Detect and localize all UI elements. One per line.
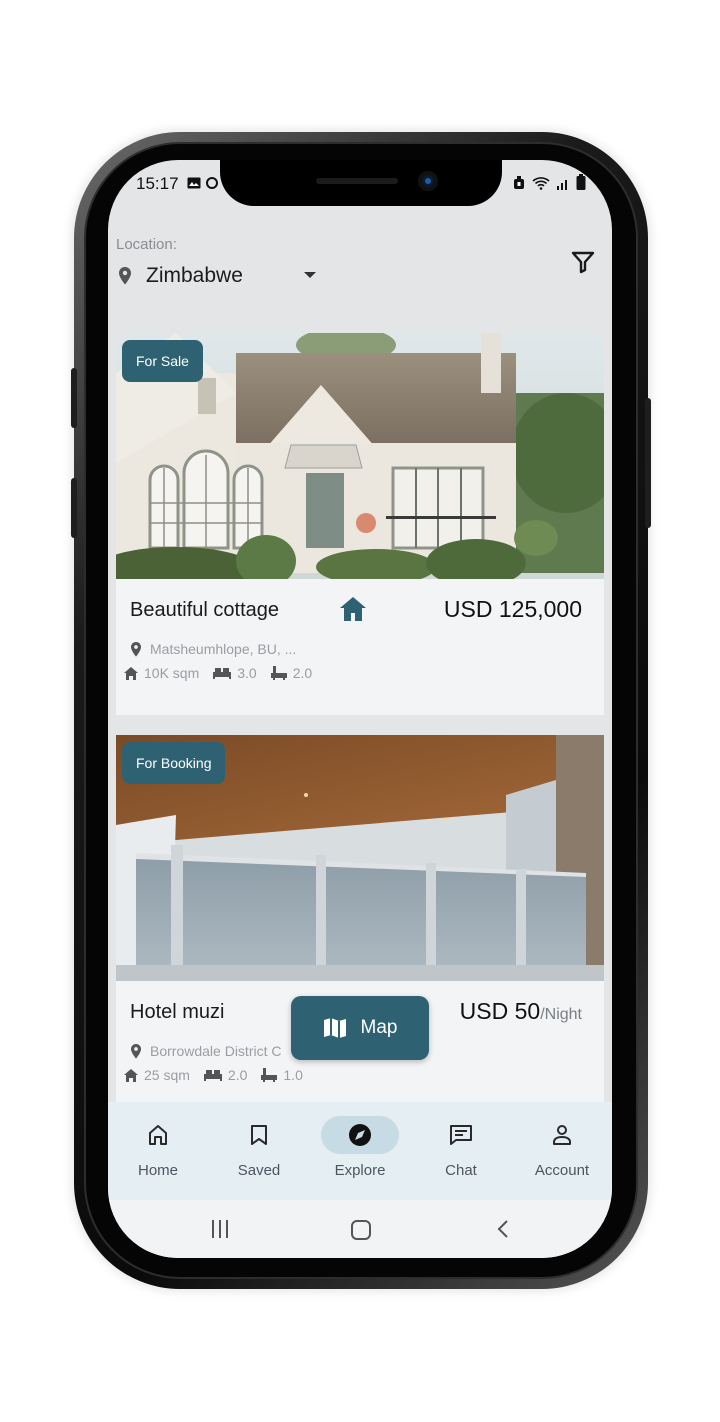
app-screen: 15:17 Location: Zimbabwe For Sale Beauti… <box>108 160 612 1258</box>
listing-status-badge: For Booking <box>122 742 226 784</box>
area-icon <box>124 666 138 680</box>
bathrooms-spec: 1.0 <box>261 1067 303 1083</box>
back-icon[interactable] <box>496 1219 510 1239</box>
area-spec: 25 sqm <box>124 1067 190 1083</box>
bedrooms-spec: 2.0 <box>203 1067 247 1083</box>
listing-card[interactable]: For Sale Beautiful cottage USD 125,000 M… <box>116 333 604 715</box>
nav-home[interactable]: Home <box>108 1116 208 1179</box>
listing-status-badge: For Sale <box>122 340 203 382</box>
home-nav-icon[interactable] <box>351 1220 371 1240</box>
listing-photo[interactable]: For Booking <box>116 735 604 981</box>
location-value: Zimbabwe <box>146 264 243 287</box>
listing-photo[interactable]: For Sale <box>116 333 604 579</box>
listing-price: USD 125,000 <box>443 596 582 622</box>
listing-address: Borrowdale District C <box>130 1043 281 1059</box>
speaker-grille <box>316 178 398 184</box>
nav-home-label: Home <box>137 1162 178 1179</box>
bathtub-icon <box>261 1068 278 1082</box>
filter-icon[interactable] <box>571 250 595 274</box>
chevron-down-icon[interactable] <box>304 272 316 278</box>
nav-account[interactable]: Account <box>512 1116 612 1179</box>
bedrooms-spec: 3.0 <box>213 665 257 681</box>
bed-icon <box>213 668 232 679</box>
battery-icon <box>576 174 586 190</box>
person-icon <box>553 1125 571 1145</box>
listing-address: Matsheumhlope, BU, ... <box>130 641 296 657</box>
location-pin-icon <box>131 641 141 657</box>
camera-notch <box>220 160 502 206</box>
nav-chat[interactable]: Chat <box>411 1116 511 1179</box>
location-label: Location: <box>116 236 177 253</box>
location-pin-icon <box>131 1043 141 1059</box>
signal-icon <box>556 180 567 190</box>
nav-account-label: Account <box>534 1162 590 1179</box>
front-camera <box>418 171 438 191</box>
listing-specs: 25 sqm 2.0 1.0 <box>124 1067 317 1083</box>
map-button-label: Map <box>360 1017 398 1038</box>
bed-icon <box>203 1070 222 1081</box>
recent-apps-icon[interactable] <box>210 1220 230 1238</box>
volume-button <box>71 478 77 538</box>
location-pin-icon <box>119 267 131 285</box>
wifi-icon <box>532 177 550 190</box>
listing-title: Hotel muzi <box>130 1001 225 1023</box>
bookmark-icon <box>251 1125 267 1145</box>
status-time: 15:17 <box>136 174 219 194</box>
home-icon <box>149 1125 167 1145</box>
nav-explore[interactable]: Explore <box>310 1116 410 1179</box>
listing-specs: 10K sqm 3.0 2.0 <box>124 665 326 681</box>
nav-chat-label: Chat <box>445 1162 477 1179</box>
nav-explore-label: Explore <box>334 1162 386 1179</box>
gallery-icon <box>187 177 201 189</box>
volume-button <box>71 368 77 428</box>
compass-icon <box>349 1124 371 1146</box>
bottom-nav: Home Saved Explore Chat Account <box>108 1102 612 1200</box>
bathtub-icon <box>270 666 287 680</box>
bathrooms-spec: 2.0 <box>270 665 312 681</box>
alarm-icon <box>514 176 525 189</box>
listing-title: Beautiful cottage <box>130 599 279 621</box>
listing-price: USD 50/Night <box>459 998 582 1024</box>
nav-saved-label: Saved <box>237 1162 281 1179</box>
map-icon <box>323 1018 346 1038</box>
map-button[interactable]: Map <box>291 996 429 1060</box>
system-nav-bar <box>108 1200 612 1258</box>
status-icons <box>513 174 586 194</box>
area-icon <box>124 1068 138 1082</box>
nav-saved[interactable]: Saved <box>209 1116 309 1179</box>
area-spec: 10K sqm <box>124 665 199 681</box>
power-button <box>645 398 651 528</box>
chat-icon <box>450 1125 472 1145</box>
location-selector[interactable]: Zimbabwe <box>118 264 243 288</box>
sync-icon <box>206 177 219 189</box>
house-icon <box>340 597 366 621</box>
